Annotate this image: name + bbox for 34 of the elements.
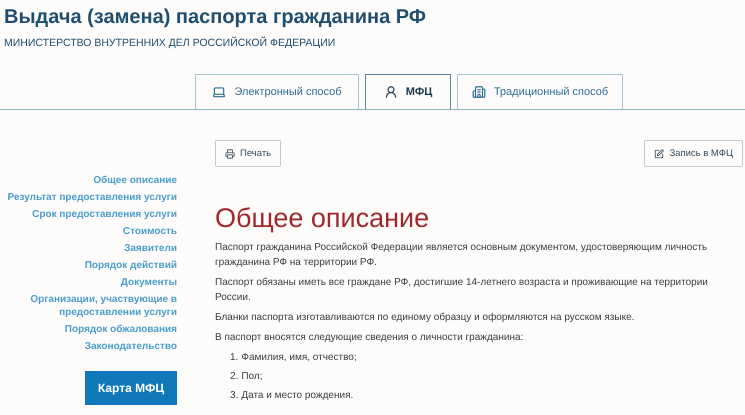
sidebar-link[interactable]: Результат предоставления услуги <box>7 191 177 204</box>
print-button[interactable]: Печать <box>215 140 282 167</box>
list-number: 3. <box>230 390 238 402</box>
list-item-text: Дата и место рождения. <box>241 390 354 402</box>
sidebar-link[interactable]: Порядок действий <box>84 259 177 272</box>
sidebar-link[interactable]: Документы <box>120 276 177 289</box>
list-item-text: Пол; <box>241 371 262 383</box>
list-number: 1. <box>230 352 238 364</box>
sidebar-link[interactable]: Стоимость <box>122 225 177 238</box>
person-icon <box>384 85 398 99</box>
tab[interactable]: Традиционный способ <box>457 74 623 109</box>
paragraph: Паспорт гражданина Российской Федерации является основным документом, удостоверяющим личность гражданина РФ на территории РФ. <box>215 241 708 270</box>
sidebar-link[interactable]: Заявители <box>124 242 177 255</box>
laptop-icon <box>212 85 226 99</box>
paragraph: Бланки паспорта изготавливаются по единому образцу и оформляются на русском языке. <box>215 311 636 325</box>
tab[interactable]: Электронный способ <box>195 74 359 109</box>
page-title: Выдача (замена) паспорта гражданина РФ <box>4 6 427 29</box>
tab[interactable]: МФЦ <box>365 74 451 109</box>
printer-icon <box>225 148 235 158</box>
paragraph: Паспорт обязаны иметь все граждане РФ, достигшие 14-летнего возраста и проживающие на территории России. <box>215 276 709 305</box>
section-heading: Общее описание <box>215 203 430 234</box>
list-number: 2. <box>230 371 238 383</box>
edit-icon <box>654 148 664 158</box>
map-button[interactable]: Карта МФЦ <box>85 371 177 405</box>
list-item-text: Фамилия, имя, отчество; <box>241 352 357 364</box>
sidebar-link[interactable]: Порядок обжалования <box>64 323 177 336</box>
sidebar-link[interactable]: Общее описание <box>93 174 177 187</box>
building-icon <box>472 85 486 99</box>
ministry-subtitle: МИНИСТЕРСТВО ВНУТРЕННИХ ДЕЛ РОССИЙСКОЙ ФЕДЕРАЦИИ <box>4 37 336 49</box>
appointment-button[interactable]: Запись в МФЦ <box>644 140 743 167</box>
paragraph: В паспорт вносятся следующие сведения о личности гражданина: <box>215 331 524 345</box>
sidebar-link[interactable]: Законодательство <box>84 340 177 353</box>
sidebar-link[interactable]: Организации, участвующие в предоставлении услуги <box>7 293 177 319</box>
sidebar-link[interactable]: Срок предоставления услуги <box>32 208 177 221</box>
